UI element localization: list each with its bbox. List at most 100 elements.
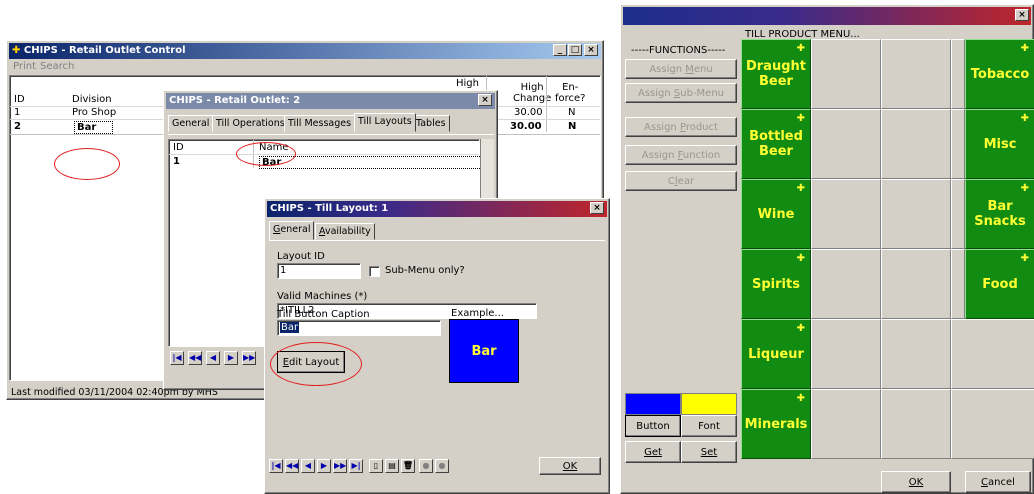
layout-id-field[interactable]: 1 (277, 263, 361, 279)
till-ok-button[interactable]: OK (881, 471, 951, 493)
button-color-button[interactable]: Button (625, 415, 681, 437)
col-header-id[interactable]: ID (14, 94, 25, 105)
till-layout-title: CHIPS - Till Layout: 1 (270, 203, 389, 214)
font-color-button[interactable]: Font (681, 415, 737, 437)
product-button-minerals[interactable]: ✚ Minerals (741, 389, 811, 459)
product-label: Spirits (752, 276, 800, 292)
row-enforce: N (568, 121, 577, 132)
menu-search[interactable]: Search (40, 61, 74, 72)
menu-print[interactable]: Print (13, 61, 36, 72)
submenu-plus-icon: ✚ (1020, 113, 1029, 124)
empty-cell[interactable] (951, 249, 965, 319)
clear-button[interactable]: Clear (625, 171, 737, 191)
new-record-icon[interactable]: ▯ (369, 459, 383, 473)
outlet-tabs: General Till Operations Till Messages Ti… (168, 113, 494, 135)
next-record-icon[interactable]: ▶ (317, 459, 331, 473)
empty-cell[interactable] (881, 319, 951, 389)
empty-cell[interactable] (811, 39, 881, 109)
first-record-icon[interactable]: |◀ (170, 351, 184, 365)
product-button-spirits[interactable]: ✚ Spirits (741, 249, 811, 319)
prev-record-icon[interactable]: ◀ (301, 459, 315, 473)
table-row[interactable]: 1 Bar (169, 156, 483, 169)
product-button-draught-beer[interactable]: ✚ Draught Beer (741, 39, 811, 109)
product-button-food[interactable]: ✚ Food (965, 249, 1034, 319)
set-button[interactable]: Set (681, 441, 737, 463)
outlet-titlebar: CHIPS - Retail Outlet: 2 × (166, 93, 495, 109)
col-header-enforce[interactable]: En-force? (555, 82, 586, 104)
till-cancel-button[interactable]: Cancel (965, 471, 1031, 493)
empty-cell[interactable] (951, 39, 965, 109)
empty-cell[interactable] (951, 109, 965, 179)
empty-cell[interactable] (811, 389, 881, 459)
col-header-id[interactable]: ID (173, 142, 184, 153)
last-record-icon[interactable]: ▶| (349, 459, 363, 473)
product-button-liqueur[interactable]: ✚ Liqueur (741, 319, 811, 389)
product-button-bottled-beer[interactable]: ✚ Bottled Beer (741, 109, 811, 179)
example-button-preview: Bar (449, 319, 519, 383)
empty-cell[interactable] (811, 109, 881, 179)
assign-submenu-button[interactable]: Assign Sub-Menu (625, 83, 737, 103)
ok-button[interactable]: OK (539, 457, 601, 475)
tab-availability[interactable]: Availability (315, 223, 375, 240)
empty-cell[interactable] (811, 319, 881, 389)
row-high-change: 30.00 (514, 107, 543, 118)
prev-page-icon[interactable]: ◀◀ (188, 351, 202, 365)
empty-cell[interactable] (811, 249, 881, 319)
tab-till-messages[interactable]: Till Messages (284, 115, 356, 132)
assign-function-button[interactable]: Assign Function (625, 145, 737, 165)
prev-page-icon[interactable]: ◀◀ (285, 459, 299, 473)
font-color-swatch[interactable] (681, 393, 737, 415)
empty-cell[interactable] (881, 389, 951, 459)
edit-layout-button[interactable]: Edit Layout (277, 351, 345, 373)
empty-cell[interactable] (881, 249, 951, 319)
col-header-high[interactable]: High (456, 78, 479, 89)
row-division: Pro Shop (72, 107, 117, 118)
app-icon: ✚ (12, 45, 21, 56)
get-button[interactable]: Get (625, 441, 681, 463)
empty-cell[interactable] (881, 39, 951, 109)
example-label: Example... (451, 308, 504, 319)
assign-menu-button[interactable]: Assign Menu (625, 59, 737, 79)
next-page-icon[interactable]: ▶▶ (242, 351, 256, 365)
prev-record-icon[interactable]: ◀ (206, 351, 220, 365)
next-record-icon[interactable]: ▶ (224, 351, 238, 365)
next-page-icon[interactable]: ▶▶ (333, 459, 347, 473)
cancel-icon[interactable]: ● (435, 459, 449, 473)
tab-till-layouts[interactable]: Till Layouts (354, 113, 416, 132)
tab-till-operations[interactable]: Till Operations (212, 115, 289, 132)
submenu-plus-icon: ✚ (796, 113, 805, 124)
delete-record-icon[interactable]: 🗑 (401, 459, 415, 473)
col-header-division[interactable]: Division (72, 94, 112, 105)
tab-tables[interactable]: Tables (412, 115, 450, 132)
submenu-checkbox[interactable] (369, 266, 380, 277)
col-header-name[interactable]: Name (259, 142, 289, 153)
product-button-tobacco[interactable]: ✚ Tobacco (965, 39, 1034, 109)
empty-cell[interactable] (811, 179, 881, 249)
product-button-misc[interactable]: ✚ Misc (965, 109, 1034, 179)
close-button[interactable]: × (478, 94, 492, 106)
empty-cell[interactable] (881, 109, 951, 179)
retail-control-title: CHIPS - Retail Outlet Control (23, 45, 186, 56)
empty-cell[interactable] (951, 179, 965, 249)
maximize-button[interactable]: □ (568, 44, 582, 56)
button-color-swatch[interactable] (625, 393, 681, 415)
submenu-plus-icon: ✚ (796, 253, 805, 264)
empty-cell[interactable] (881, 179, 951, 249)
tab-general[interactable]: General (269, 221, 315, 240)
close-button[interactable]: × (1015, 9, 1029, 21)
tab-general[interactable]: General (168, 115, 214, 132)
product-button-wine[interactable]: ✚ Wine (741, 179, 811, 249)
caption-field[interactable]: Bar (277, 320, 441, 336)
save-icon[interactable]: ● (419, 459, 433, 473)
product-button-bar-snacks[interactable]: ✚ Bar Snacks (965, 179, 1034, 249)
submenu-plus-icon: ✚ (796, 43, 805, 54)
empty-cell[interactable] (951, 389, 1034, 459)
copy-record-icon[interactable]: ▤ (385, 459, 399, 473)
first-record-icon[interactable]: |◀ (269, 459, 283, 473)
close-button[interactable]: × (584, 44, 598, 56)
close-button[interactable]: × (590, 202, 604, 214)
minimize-button[interactable]: _ (553, 44, 567, 56)
product-label: Bottled Beer (749, 129, 803, 159)
assign-product-button[interactable]: Assign Product (625, 117, 737, 137)
empty-cell[interactable] (951, 319, 1034, 389)
